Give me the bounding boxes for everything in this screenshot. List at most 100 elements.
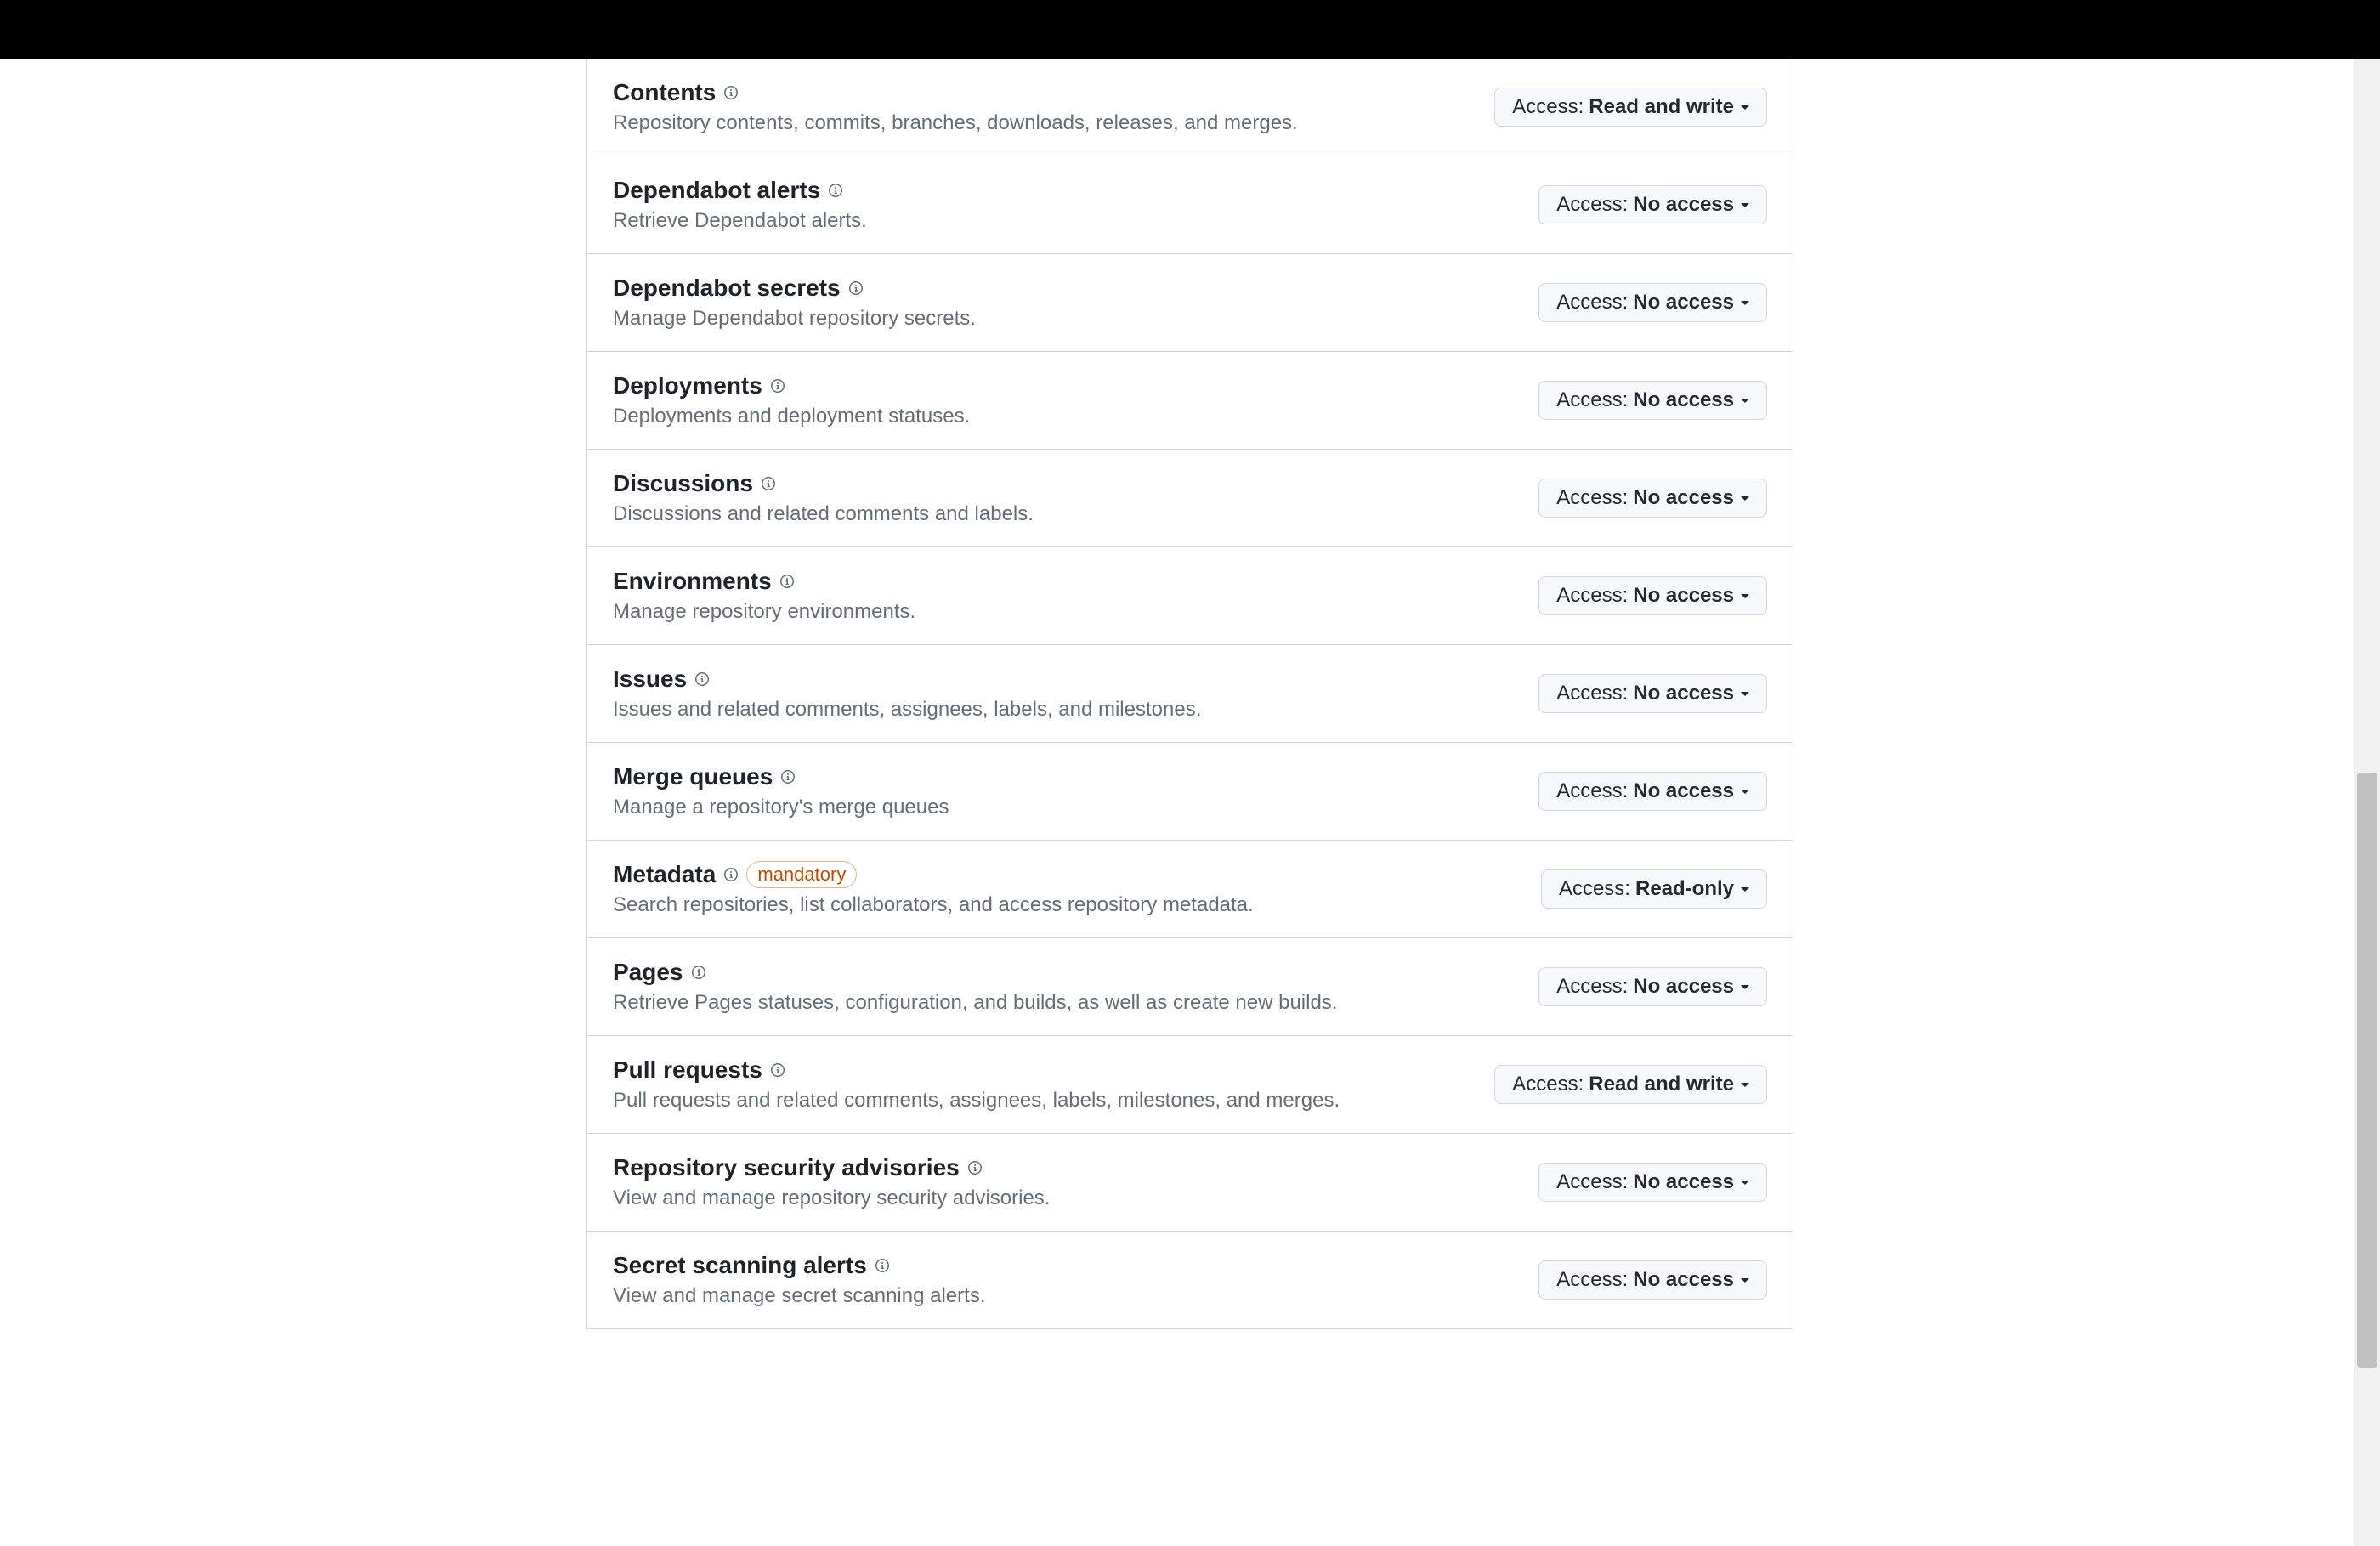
- scrollbar-thumb[interactable]: [2357, 773, 2377, 1368]
- access-dropdown-button[interactable]: Access: No access: [1538, 674, 1767, 713]
- permission-info: Dependabot secretsManage Dependabot repo…: [613, 275, 976, 331]
- permission-description: Pull requests and related comments, assi…: [613, 1089, 1340, 1113]
- access-dropdown-button[interactable]: Access: No access: [1538, 381, 1767, 420]
- access-level-value: No access: [1633, 584, 1734, 608]
- info-icon[interactable]: [849, 281, 863, 295]
- permission-info: Repository security advisories View and m…: [613, 1154, 1050, 1210]
- info-icon[interactable]: [781, 770, 795, 784]
- permission-title-row: Pages: [613, 959, 1337, 986]
- permission-title-row: Environments: [613, 568, 915, 595]
- access-level-value: No access: [1633, 1268, 1734, 1292]
- info-icon[interactable]: [762, 477, 775, 490]
- scrollbar-track[interactable]: [2354, 59, 2380, 1546]
- access-dropdown-button[interactable]: Access: No access: [1538, 1163, 1767, 1202]
- chevron-down-icon: [1741, 1083, 1749, 1087]
- chevron-down-icon: [1741, 887, 1749, 892]
- info-icon[interactable]: [876, 1259, 889, 1272]
- mandatory-badge: mandatory: [746, 861, 857, 888]
- permissions-container: Contents Repository contents, commits, br…: [586, 59, 1794, 1329]
- info-icon[interactable]: [771, 1063, 785, 1077]
- access-dropdown-button[interactable]: Access: Read-only: [1541, 869, 1767, 909]
- access-label-prefix: Access:: [1556, 1268, 1628, 1292]
- chevron-down-icon: [1741, 594, 1749, 598]
- access-label-prefix: Access:: [1556, 486, 1628, 510]
- access-dropdown-button[interactable]: Access: No access: [1538, 283, 1767, 322]
- chevron-down-icon: [1741, 399, 1749, 403]
- access-dropdown-button[interactable]: Access: No access: [1538, 772, 1767, 811]
- permission-title: Pages: [613, 959, 683, 986]
- chevron-down-icon: [1741, 985, 1749, 989]
- permission-row: Pull requests Pull requests and related c…: [587, 1036, 1793, 1134]
- access-label-prefix: Access:: [1556, 1170, 1628, 1194]
- permission-title: Deployments: [613, 372, 762, 399]
- access-dropdown-button[interactable]: Access: No access: [1538, 185, 1767, 224]
- permission-description: Manage repository environments.: [613, 600, 915, 624]
- chevron-down-icon: [1741, 1181, 1749, 1185]
- access-dropdown-button[interactable]: Access: No access: [1538, 1260, 1767, 1300]
- permission-row: Environments Manage repository environmen…: [587, 547, 1793, 645]
- permission-title-row: Contents: [613, 79, 1298, 106]
- access-label-prefix: Access:: [1556, 291, 1628, 314]
- permission-description: Repository contents, commits, branches, …: [613, 111, 1298, 135]
- page-wrap: Contents Repository contents, commits, br…: [0, 59, 2380, 1329]
- permission-title-row: Dependabot secrets: [613, 275, 976, 302]
- info-icon[interactable]: [695, 672, 709, 686]
- access-dropdown-button[interactable]: Access: No access: [1538, 576, 1767, 615]
- access-dropdown-button[interactable]: Access: No access: [1538, 479, 1767, 518]
- access-label-prefix: Access:: [1512, 95, 1584, 119]
- access-label-prefix: Access:: [1556, 388, 1628, 412]
- permission-description: View and manage repository security advi…: [613, 1186, 1050, 1210]
- access-level-value: No access: [1633, 1170, 1734, 1194]
- permission-info: Merge queuesManage a repository's merge …: [613, 763, 949, 819]
- permission-info: Contents Repository contents, commits, br…: [613, 79, 1298, 135]
- info-icon[interactable]: [771, 379, 785, 393]
- access-level-value: No access: [1633, 682, 1734, 705]
- permission-title: Secret scanning alerts: [613, 1252, 867, 1279]
- access-level-value: Read and write: [1589, 1073, 1734, 1096]
- access-dropdown-button[interactable]: Access: No access: [1538, 967, 1767, 1006]
- permission-row: Secret scanning alertsView and manage se…: [587, 1232, 1793, 1329]
- permission-description: Deployments and deployment statuses.: [613, 405, 970, 428]
- info-icon[interactable]: [724, 86, 738, 99]
- permission-title: Metadata: [613, 861, 716, 888]
- info-icon[interactable]: [829, 184, 842, 197]
- access-level-value: No access: [1633, 486, 1734, 510]
- permission-info: Issues Issues and related comments, assig…: [613, 665, 1201, 722]
- permission-description: Manage a repository's merge queues: [613, 796, 949, 819]
- permission-row: Metadata mandatory Search repositories, li…: [587, 841, 1793, 938]
- info-icon[interactable]: [692, 966, 706, 979]
- permission-description: Search repositories, list collaborators,…: [613, 893, 1254, 917]
- info-icon[interactable]: [968, 1161, 982, 1175]
- permission-description: Discussions and related comments and lab…: [613, 502, 1034, 526]
- permission-row: PagesRetrieve Pages statuses, configurat…: [587, 938, 1793, 1036]
- permission-title-row: Pull requests: [613, 1056, 1340, 1084]
- info-icon[interactable]: [780, 575, 794, 588]
- permission-title-row: Issues: [613, 665, 1201, 693]
- permission-title-row: Metadata mandatory: [613, 861, 1254, 888]
- permission-row: Deployments Deployments and deployment st…: [587, 352, 1793, 450]
- access-level-value: Read-only: [1635, 877, 1734, 901]
- access-dropdown-button[interactable]: Access: Read and write: [1494, 1065, 1767, 1104]
- access-label-prefix: Access:: [1556, 193, 1628, 217]
- permission-title: Issues: [613, 665, 687, 693]
- chevron-down-icon: [1741, 692, 1749, 696]
- permission-row: Issues Issues and related comments, assig…: [587, 645, 1793, 743]
- chevron-down-icon: [1741, 1278, 1749, 1283]
- chevron-down-icon: [1741, 203, 1749, 207]
- permission-description: Issues and related comments, assignees, …: [613, 698, 1201, 722]
- chevron-down-icon: [1741, 301, 1749, 305]
- top-black-bar: [0, 0, 2380, 59]
- access-dropdown-button[interactable]: Access: Read and write: [1494, 88, 1767, 127]
- access-label-prefix: Access:: [1556, 682, 1628, 705]
- permission-title: Repository security advisories: [613, 1154, 960, 1181]
- permission-title: Environments: [613, 568, 772, 595]
- permission-info: Pull requests Pull requests and related c…: [613, 1056, 1340, 1113]
- permission-title: Contents: [613, 79, 716, 106]
- access-label-prefix: Access:: [1556, 584, 1628, 608]
- permission-title-row: Dependabot alerts: [613, 177, 867, 204]
- permission-row: Contents Repository contents, commits, br…: [587, 59, 1793, 156]
- permission-info: PagesRetrieve Pages statuses, configurat…: [613, 959, 1337, 1015]
- access-label-prefix: Access:: [1556, 779, 1628, 803]
- permission-title: Dependabot secrets: [613, 275, 841, 302]
- info-icon[interactable]: [724, 868, 738, 881]
